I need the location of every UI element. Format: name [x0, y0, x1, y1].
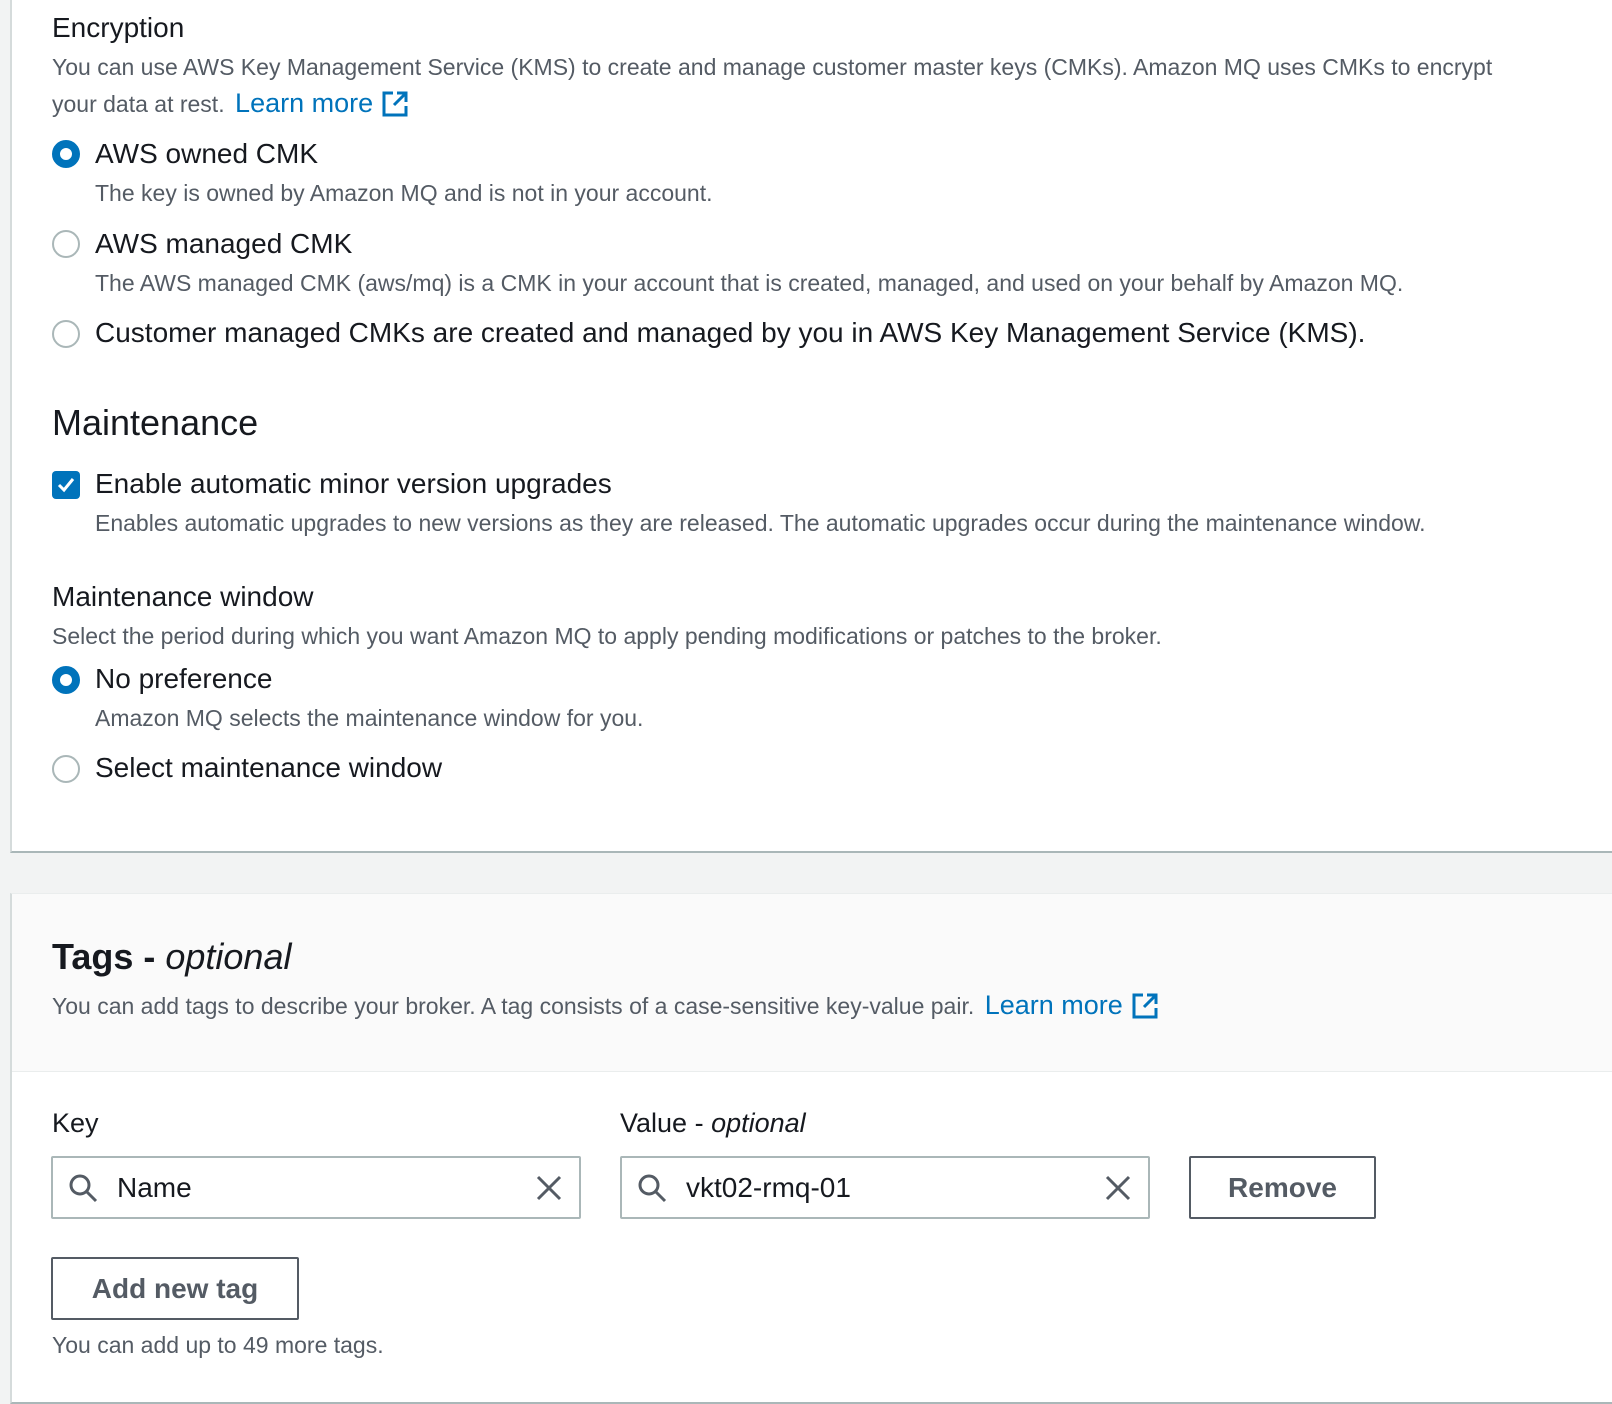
encryption-maintenance-panel: Encryption You can use AWS Key Managemen…	[10, 0, 1612, 853]
aws-owned-cmk-description: The key is owned by Amazon MQ and is not…	[95, 180, 713, 206]
aws-managed-cmk-label[interactable]: AWS managed CMK	[95, 228, 352, 260]
select-maintenance-window-label[interactable]: Select maintenance window	[95, 752, 442, 784]
maintenance-title: Maintenance	[52, 402, 259, 443]
radio-select-maintenance-window[interactable]	[52, 755, 80, 783]
tags-title-optional: optional	[165, 936, 292, 977]
customer-managed-cmk-label[interactable]: Customer managed CMKs are created and ma…	[95, 317, 1365, 349]
auto-upgrade-description: Enables automatic upgrades to new versio…	[95, 510, 1426, 536]
search-icon	[638, 1174, 667, 1203]
key-label: Key	[52, 1108, 99, 1138]
value-label: Value - optional	[620, 1108, 806, 1139]
close-icon[interactable]	[1102, 1172, 1134, 1204]
tags-title: Tags - optional	[52, 936, 291, 978]
radio-customer-managed-cmk[interactable]	[52, 320, 80, 348]
maintenance-window-description: Select the period during which you want …	[52, 623, 1162, 649]
search-icon	[69, 1174, 98, 1203]
external-link-icon	[1132, 993, 1158, 1018]
value-label-text: Value	[620, 1108, 688, 1138]
tag-key-value: Name	[117, 1171, 192, 1203]
tags-learn-more-label: Learn more	[984, 990, 1123, 1020]
encryption-description-line2-row: your data at rest. Learn more	[52, 88, 409, 119]
external-link-icon	[382, 91, 408, 116]
encryption-title: Encryption	[52, 12, 185, 43]
no-preference-description: Amazon MQ selects the maintenance window…	[95, 705, 644, 731]
radio-aws-owned-cmk[interactable]	[52, 140, 80, 168]
maintenance-window-title: Maintenance window	[52, 581, 314, 612]
no-preference-label[interactable]: No preference	[95, 663, 272, 695]
tags-description-row: You can add tags to describe your broker…	[52, 990, 1159, 1021]
value-label-separator: -	[687, 1108, 712, 1138]
checkmark-icon	[57, 478, 75, 493]
radio-aws-managed-cmk[interactable]	[52, 230, 80, 258]
remove-tag-button[interactable]: Remove	[1189, 1156, 1376, 1219]
encryption-description-line2: your data at rest.	[52, 91, 225, 117]
tags-limit-text: You can add up to 49 more tags.	[52, 1332, 384, 1358]
aws-owned-cmk-label[interactable]: AWS owned CMK	[95, 138, 318, 170]
tags-description: You can add tags to describe your broker…	[52, 993, 975, 1019]
tag-key-input[interactable]: Name	[51, 1156, 581, 1219]
tag-value-input[interactable]: vkt02-rmq-01	[620, 1156, 1150, 1219]
close-icon[interactable]	[533, 1172, 565, 1204]
tags-title-separator: -	[133, 936, 166, 977]
tags-header: Tags - optional You can add tags to desc…	[12, 894, 1612, 1072]
tags-panel: Tags - optional You can add tags to desc…	[10, 893, 1612, 1404]
auto-upgrade-label[interactable]: Enable automatic minor version upgrades	[95, 468, 612, 500]
aws-managed-cmk-description: The AWS managed CMK (aws/mq) is a CMK in…	[95, 270, 1404, 296]
radio-no-preference[interactable]	[52, 666, 80, 694]
encryption-description: You can use AWS Key Management Service (…	[52, 54, 1493, 80]
value-label-optional: optional	[711, 1108, 806, 1138]
tags-title-text: Tags	[52, 936, 134, 977]
encryption-learn-more-link[interactable]: Learn more	[235, 88, 409, 119]
tags-learn-more-link[interactable]: Learn more	[985, 990, 1159, 1021]
learn-more-label: Learn more	[235, 88, 374, 118]
add-new-tag-button[interactable]: Add new tag	[51, 1257, 299, 1320]
tag-value-value: vkt02-rmq-01	[686, 1171, 851, 1203]
auto-upgrade-checkbox[interactable]	[52, 471, 80, 499]
